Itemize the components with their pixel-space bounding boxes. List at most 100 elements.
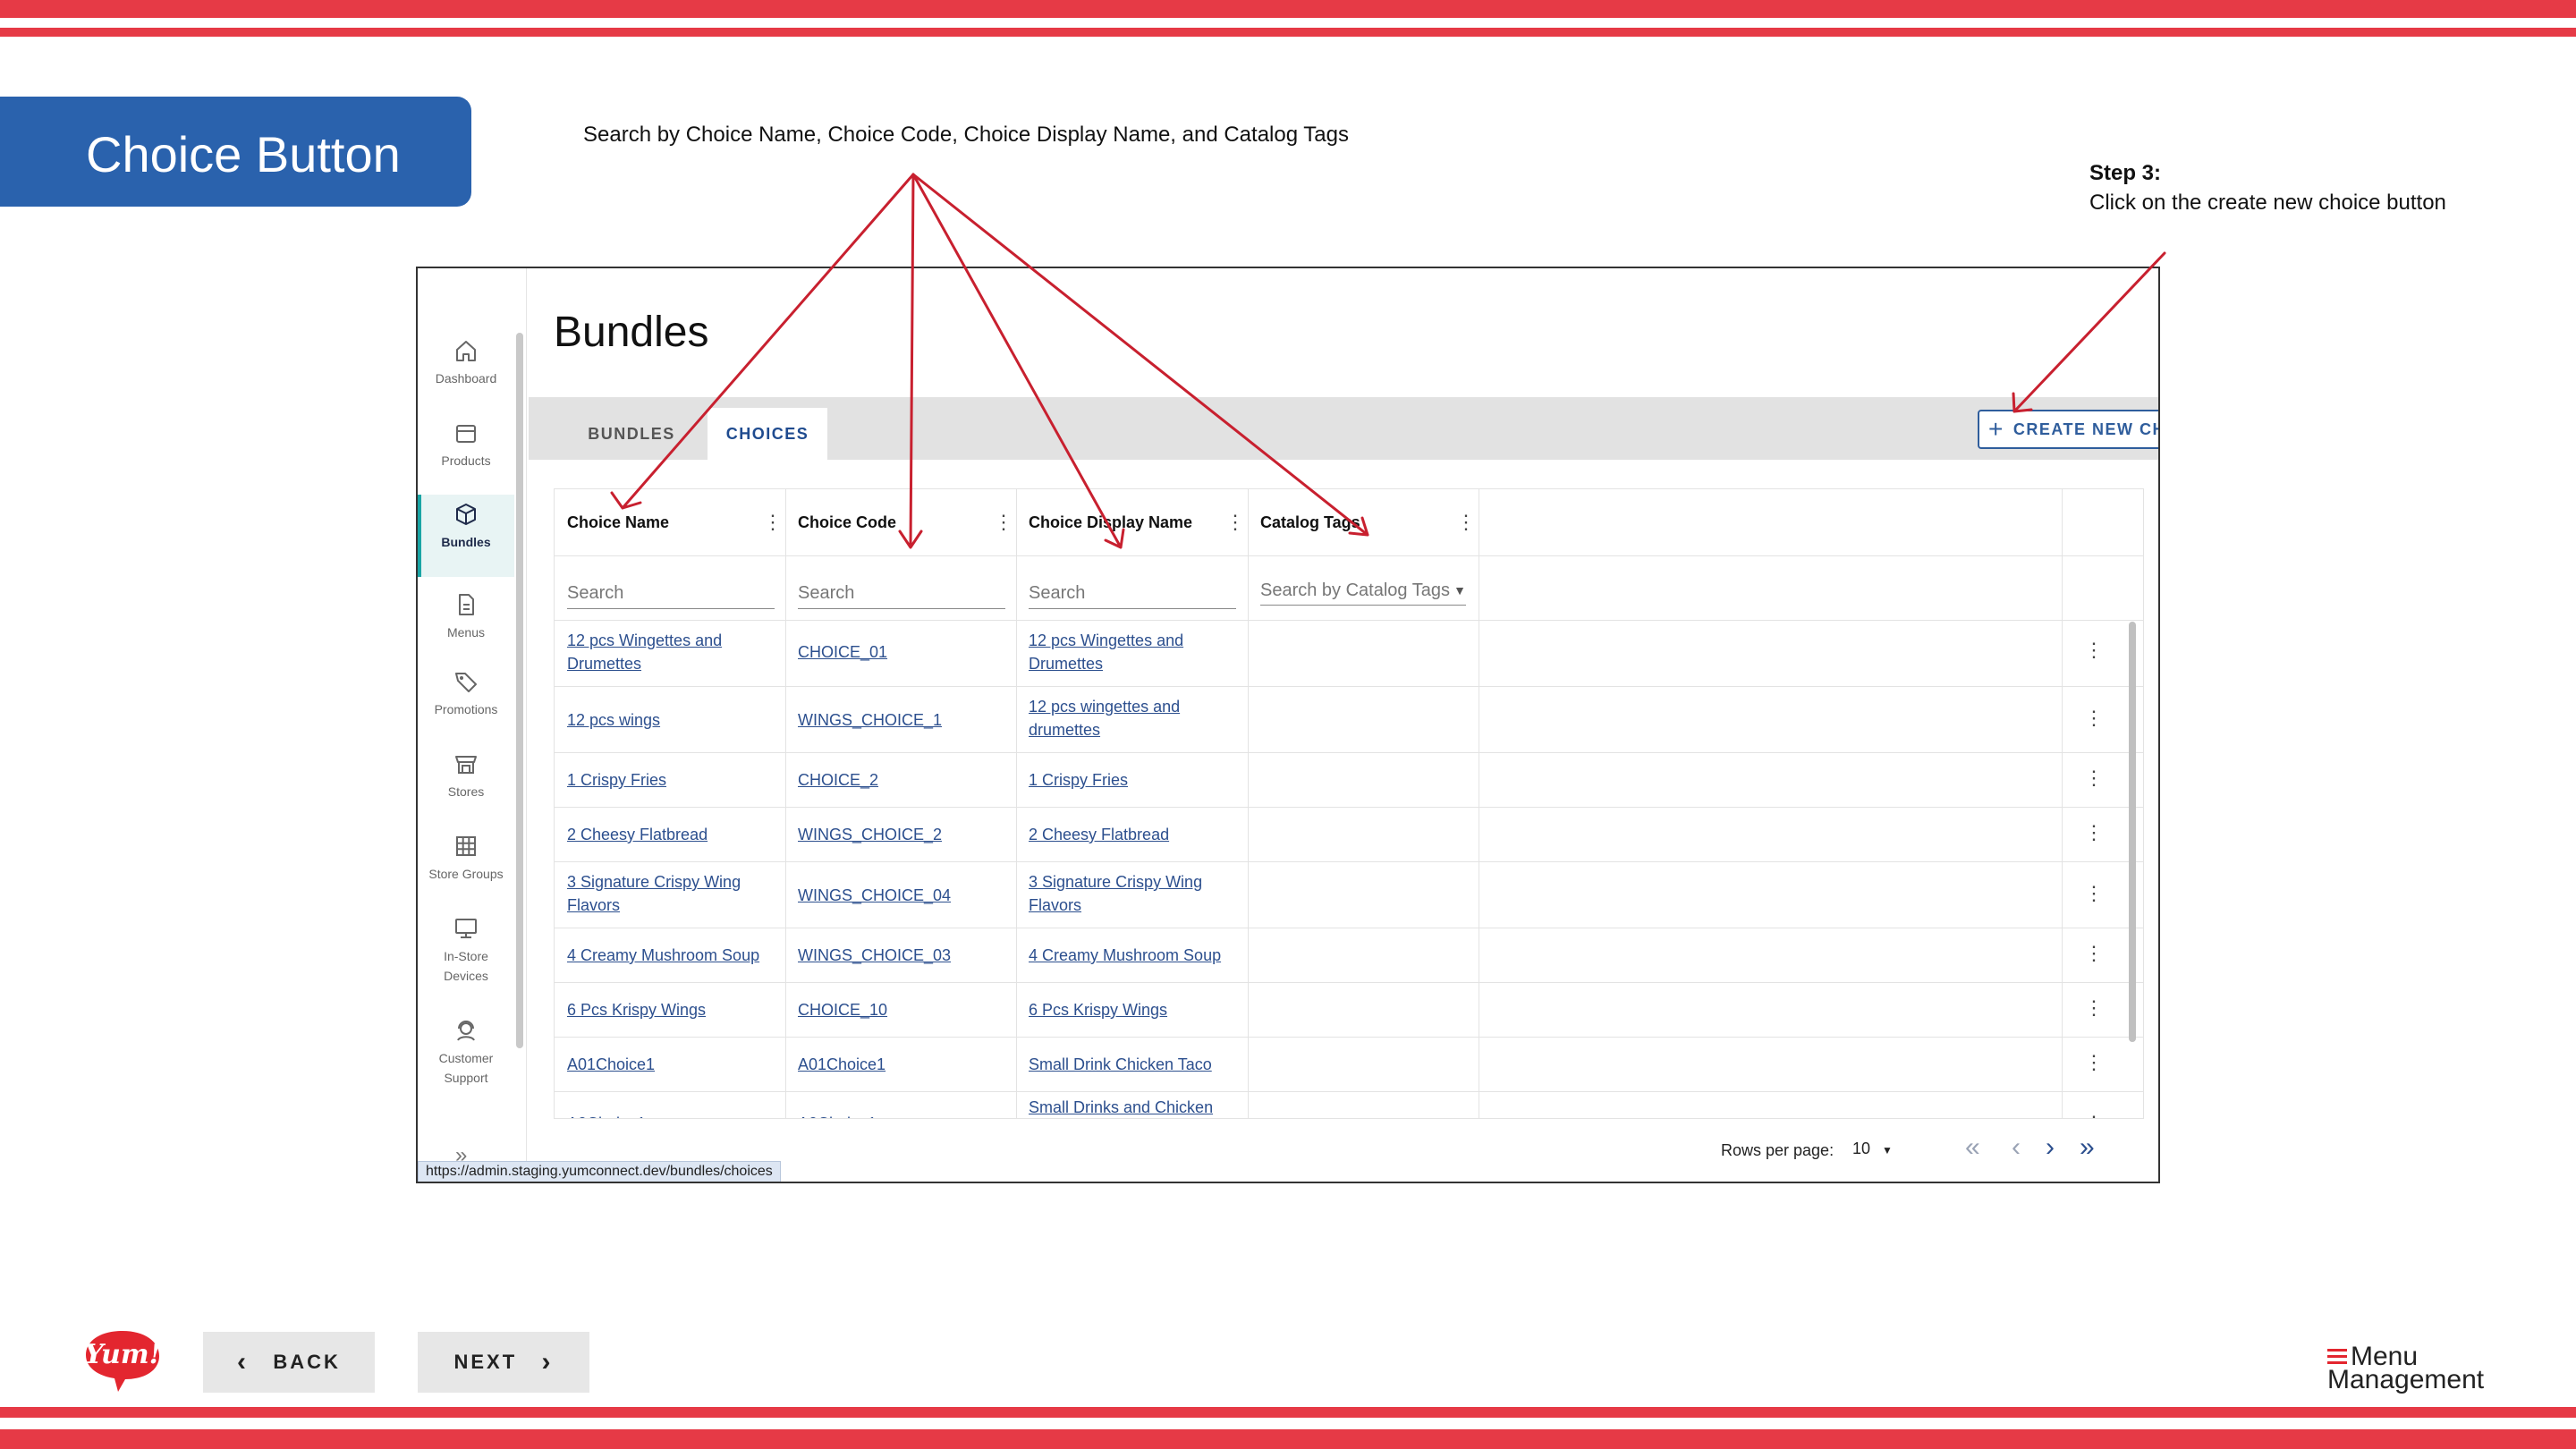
choice-display-link[interactable]: 12 pcs wingettes and drumettes <box>1029 695 1234 741</box>
choice-display-link[interactable]: 12 pcs Wingettes and Drumettes <box>1029 629 1234 675</box>
choice-display-link[interactable]: Small Drinks and Chicken <box>1029 1096 1234 1118</box>
sidebar-item-stores[interactable]: Stores <box>418 750 514 821</box>
column-menu-icon[interactable]: ⋮ <box>994 489 1013 555</box>
menu-bars-icon <box>2327 1349 2347 1364</box>
choice-code-search-input[interactable] <box>798 579 1005 609</box>
row-menu-icon[interactable]: ⋮ <box>2084 1051 2104 1074</box>
choice-display-link[interactable]: 3 Signature Crispy Wing Flavors <box>1029 870 1234 917</box>
table-row[interactable]: 3 Signature Crispy Wing Flavors WINGS_CH… <box>555 862 2143 928</box>
choice-name-link[interactable]: 1 Crispy Fries <box>567 768 666 792</box>
choice-name-link[interactable]: 12 pcs wings <box>567 708 660 732</box>
create-new-choice-button[interactable]: + CREATE NEW CHOICE <box>1978 410 2158 449</box>
last-page-icon[interactable]: » <box>2080 1132 2095 1163</box>
row-menu-icon[interactable]: ⋮ <box>2084 639 2104 662</box>
row-menu-icon[interactable]: ⋮ <box>2084 707 2104 730</box>
sidebar-item-bundles[interactable]: Bundles <box>418 495 514 577</box>
choice-name-link[interactable]: 3 Signature Crispy Wing Flavors <box>567 870 773 917</box>
column-menu-icon[interactable]: ⋮ <box>1456 489 1476 555</box>
sidebar-item-customer-support[interactable]: Customer Support <box>418 1016 514 1106</box>
choice-code-link[interactable]: WINGS_CHOICE_03 <box>798 944 951 967</box>
choice-code-link[interactable]: CHOICE_2 <box>798 768 878 792</box>
table-row[interactable]: 12 pcs wings WINGS_CHOICE_1 12 pcs winge… <box>555 687 2143 753</box>
step-title: Step 3: <box>2089 161 2162 185</box>
column-menu-icon[interactable]: ⋮ <box>1225 489 1245 555</box>
tag-icon <box>455 673 477 692</box>
choice-code-link[interactable]: CHOICE_10 <box>798 998 887 1021</box>
row-menu-icon[interactable]: ⋮ <box>2084 882 2104 905</box>
choice-name-link[interactable]: 4 Creamy Mushroom Soup <box>567 944 759 967</box>
rows-per-page-select[interactable]: 10 ▼ <box>1852 1140 1893 1158</box>
column-header-choice-display-name[interactable]: Choice Display Name <box>1029 489 1192 555</box>
choice-name-link[interactable]: 6 Pcs Krispy Wings <box>567 998 706 1021</box>
column-header-choice-name[interactable]: Choice Name <box>567 489 669 555</box>
choice-display-link[interactable]: 1 Crispy Fries <box>1029 768 1128 792</box>
slide-title: Choice Button <box>86 126 401 182</box>
sidebar-item-label: Customer Support <box>438 1051 494 1085</box>
choice-code-link[interactable]: WINGS_CHOICE_1 <box>798 708 942 732</box>
choice-code-link[interactable]: A01Choice1 <box>798 1053 886 1076</box>
previous-page-icon[interactable]: ‹ <box>2012 1132 2021 1163</box>
choice-code-link[interactable]: A0Choice1 <box>798 1112 877 1118</box>
sidebar-scrollbar[interactable] <box>516 333 523 1048</box>
choice-code-link[interactable]: WINGS_CHOICE_2 <box>798 823 942 846</box>
choice-name-link[interactable]: 12 pcs Wingettes and Drumettes <box>567 629 773 675</box>
chevron-left-icon: ‹ <box>237 1347 250 1377</box>
sidebar-item-menus[interactable]: Menus <box>418 585 514 657</box>
choice-display-link[interactable]: 4 Creamy Mushroom Soup <box>1029 944 1221 967</box>
next-button[interactable]: NEXT › <box>418 1332 589 1393</box>
sidebar-item-label: Menus <box>446 625 486 640</box>
row-menu-icon[interactable]: ⋮ <box>2084 1112 2104 1118</box>
menu-management-logo: Menu Management <box>2326 1342 2487 1399</box>
choice-name-link[interactable]: A0Choice1 <box>567 1112 646 1118</box>
bottom-stripe-thick <box>0 1429 2576 1449</box>
first-page-icon[interactable]: « <box>1965 1132 1980 1163</box>
next-page-icon[interactable]: › <box>2046 1132 2055 1163</box>
sidebar-item-label: Products <box>441 453 491 468</box>
choice-display-link[interactable]: 6 Pcs Krispy Wings <box>1029 998 1167 1021</box>
sidebar-item-label: Bundles <box>441 535 491 549</box>
choice-name-link[interactable]: 2 Cheesy Flatbread <box>567 823 708 846</box>
sidebar-item-promotions[interactable]: Promotions <box>418 667 514 739</box>
choice-display-link[interactable]: 2 Cheesy Flatbread <box>1029 823 1169 846</box>
tab-choices[interactable]: CHOICES <box>708 408 827 460</box>
row-menu-icon[interactable]: ⋮ <box>2084 942 2104 965</box>
choice-display-link[interactable]: Small Drink Chicken Taco <box>1029 1053 1212 1076</box>
sidebar-item-dashboard[interactable]: Dashboard <box>418 336 514 408</box>
column-header-choice-code[interactable]: Choice Code <box>798 489 896 555</box>
row-menu-icon[interactable]: ⋮ <box>2084 767 2104 790</box>
table-row[interactable]: 6 Pcs Krispy Wings CHOICE_10 6 Pcs Krisp… <box>555 983 2143 1038</box>
choice-code-link[interactable]: CHOICE_01 <box>798 640 887 664</box>
row-menu-icon[interactable]: ⋮ <box>2084 996 2104 1020</box>
choice-display-name-search-input[interactable] <box>1029 579 1236 609</box>
back-button[interactable]: ‹ BACK <box>203 1332 375 1393</box>
dropdown-caret-icon: ▼ <box>1882 1144 1893 1157</box>
grid-icon <box>456 836 476 856</box>
choice-name-link[interactable]: A01Choice1 <box>567 1053 655 1076</box>
table-row[interactable]: 4 Creamy Mushroom Soup WINGS_CHOICE_03 4… <box>555 928 2143 983</box>
sidebar-item-store-groups[interactable]: Store Groups <box>418 832 514 903</box>
table-scrollbar[interactable] <box>2129 622 2136 1042</box>
headset-icon <box>457 1021 475 1041</box>
catalog-tags-search-select[interactable]: Search by Catalog Tags ▼ <box>1260 575 1466 606</box>
table-row[interactable]: A01Choice1 A01Choice1 Small Drink Chicke… <box>555 1038 2143 1092</box>
storefront-icon <box>455 756 477 774</box>
monitor-icon <box>455 919 477 938</box>
choice-code-link[interactable]: WINGS_CHOICE_04 <box>798 884 951 907</box>
table-row[interactable]: 1 Crispy Fries CHOICE_2 1 Crispy Fries ⋮ <box>555 753 2143 808</box>
step-instruction: Click on the create new choice button <box>2089 191 2446 215</box>
sidebar-item-products[interactable]: Products <box>418 419 514 490</box>
search-annotation: Search by Choice Name, Choice Code, Choi… <box>583 123 1349 147</box>
sidebar-item-in-store-devices[interactable]: In-Store Devices <box>418 914 514 1004</box>
sidebar-item-label: In-Store Devices <box>444 949 488 983</box>
tab-bundles[interactable]: BUNDLES <box>582 408 681 460</box>
row-menu-icon[interactable]: ⋮ <box>2084 821 2104 844</box>
dropdown-caret-icon: ▼ <box>1453 583 1466 597</box>
yum-logo: Yum! <box>84 1331 161 1392</box>
choice-name-search-input[interactable] <box>567 579 775 609</box>
sidebar-item-label: Dashboard <box>435 371 497 386</box>
table-row[interactable]: 2 Cheesy Flatbread WINGS_CHOICE_2 2 Chee… <box>555 808 2143 862</box>
column-menu-icon[interactable]: ⋮ <box>763 489 783 555</box>
table-row[interactable]: A0Choice1 A0Choice1 Small Drinks and Chi… <box>555 1092 2143 1118</box>
column-header-catalog-tags[interactable]: Catalog Tags <box>1260 489 1360 555</box>
table-row[interactable]: 12 pcs Wingettes and Drumettes CHOICE_01… <box>555 621 2143 687</box>
